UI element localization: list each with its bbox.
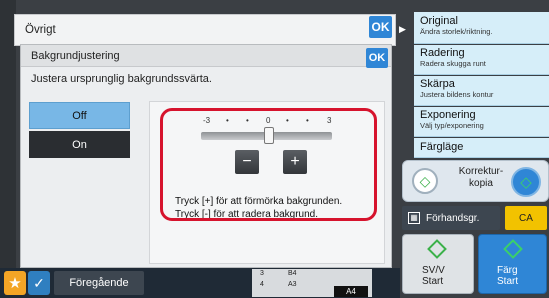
collapse-arrow-icon[interactable]: ▶ [399,24,411,38]
start-color-mode: Färg [497,265,518,276]
sidebar-item-title: Skärpa [420,78,455,90]
start-bw-action: Start [422,276,444,287]
option-on-button[interactable]: On [29,131,130,158]
window-title: Övrigt [25,24,56,36]
proof-copy-label-line1: Korrektur- [458,166,504,177]
ok-button-panel[interactable]: OK [366,48,388,68]
sidebar-item-original[interactable]: Original Ändra storlek/riktning. [414,12,549,44]
start-bw-mode: SV/V [422,265,445,276]
tray-number: 4 [260,281,264,288]
option-off-button[interactable]: Off [29,102,130,129]
proof-copy-label: Korrektur- kopia [450,166,512,190]
highlight-frame [160,108,377,221]
sidebar-item-exponering[interactable]: Exponering Välj typ/exponering [414,107,549,137]
sidebar-item-title: Exponering [420,109,476,121]
checkmark-icon[interactable]: ✓ [28,271,50,295]
sidebar-item-title: Original [420,15,458,27]
sidebar-item-title: Färgläge [420,141,464,153]
sidebar-item-title: Radering [420,47,465,59]
sidebar-item-sub: Välj typ/exponering [420,121,484,130]
sidebar-item-sub: Radera skugga runt [420,59,486,68]
panel-header: Bakgrundjustering [21,45,391,67]
tray-size: A3 [288,281,297,288]
panel-description: Justera ursprunglig bakgrundssvärta. [31,73,212,85]
sidebar-item-radering[interactable]: Radering Radera skugga runt [414,45,549,75]
start-color-action: Start [497,276,519,287]
preview-button[interactable]: ▦ Förhandsgr. [402,206,500,230]
sidebar-item-skarpa[interactable]: Skärpa Justera bildens kontur [414,76,549,106]
proof-copy-color-icon[interactable]: ◇ [511,167,541,197]
selected-paper-badge: A4 [334,286,368,297]
panel-title: Bakgrundjustering [31,49,120,62]
sidebar-item-sub: Justera bildens kontur [420,90,494,99]
sidebar-item-sub: Ändra storlek/riktning. [420,27,493,36]
tray-number: 3 [260,270,264,277]
proof-copy-label-line2: kopia [469,178,493,189]
window-title-bar: Övrigt [14,14,396,46]
preview-label: Förhandsgr. [426,212,480,224]
proof-copy-diamond-icon: ◇ [412,168,438,194]
ok-button-top[interactable]: OK [369,16,392,38]
preview-icon: ▦ [408,212,420,224]
sidebar-item-fargläge[interactable]: Färgläge [414,138,549,158]
clear-all-button[interactable]: CA [505,206,547,230]
tray-size: B4 [288,270,297,277]
favorite-star-icon[interactable]: ★ [4,271,26,295]
previous-button[interactable]: Föregående [54,271,144,295]
